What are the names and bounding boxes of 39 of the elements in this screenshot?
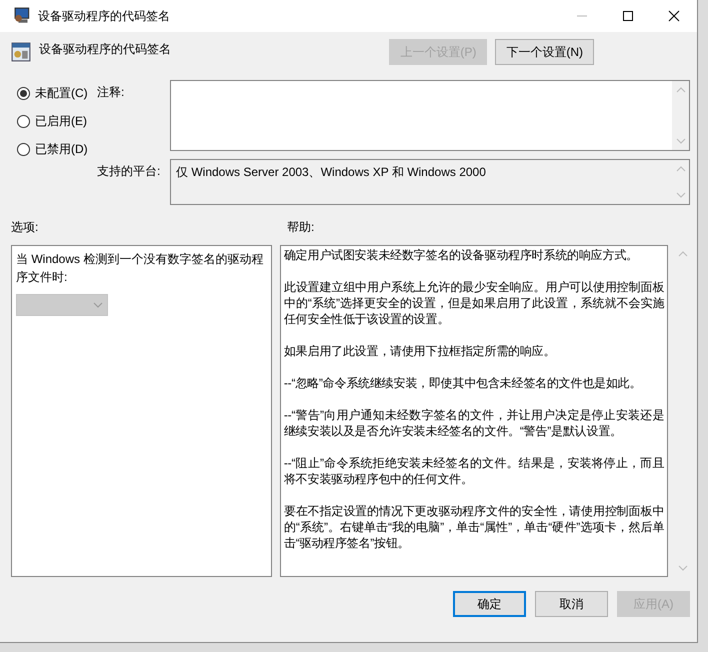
close-icon [668, 10, 680, 22]
scroll-up-icon[interactable] [678, 251, 688, 257]
radio-option[interactable]: 已禁用(D) [11, 140, 97, 158]
window-title: 设备驱动程序的代码签名 [38, 8, 171, 24]
help-paragraph: --“阻止”命令系统拒绝安装未经签名的文件。结果是，安装将停止，而且将不安装驱动程序包中的任何文件。 [284, 455, 664, 487]
radio-option[interactable]: 未配置(C) [11, 84, 97, 102]
help-paragraph: 确定用户试图安装未经数字签名的设备驱动程序时系统的响应方式。 [284, 247, 639, 263]
help-paragraph: --“忽略”命令系统继续安装，即使其中包含未经签名的文件也是如此。 [284, 375, 642, 391]
radio-label: 已禁用(D) [35, 140, 88, 158]
computer-icon [14, 7, 32, 25]
platform-text: 仅 Windows Server 2003、Windows XP 和 Windows 2000 [175, 164, 487, 181]
scroll-down-icon[interactable] [676, 192, 686, 198]
comment-field[interactable] [170, 80, 690, 151]
scroll-down-icon[interactable] [676, 138, 686, 144]
radio-button[interactable] [17, 142, 30, 156]
comment-label: 注释: [97, 84, 126, 101]
dialog-button[interactable]: 确定 [453, 591, 526, 617]
help-paragraph: --“警告”向用户通知未经数字签名的文件，并让用户决定是停止安装还是继续安装以及是否允许安装未经签名的文件。“警告”是默认设置。 [284, 407, 664, 439]
radio-label: 未配置(C) [35, 84, 88, 102]
help-paragraph: 此设置建立组中用户系统上允许的最少安全响应。用户可以使用控制面板中的“系统”选择更安全的设置，但是如果启用了此设置，系统就不会实施任何安全性低于该设置的设置。 [284, 279, 664, 327]
setting-title: 设备驱动程序的代码签名 [39, 41, 172, 58]
maximize-icon [622, 10, 634, 22]
platform-label: 支持的平台: [97, 163, 162, 180]
policy-icon [11, 42, 31, 62]
scroll-up-icon[interactable] [676, 166, 686, 172]
radio-option[interactable]: 已启用(E) [11, 112, 97, 130]
dialog-button[interactable]: 取消 [535, 591, 608, 617]
scroll-down-icon[interactable] [678, 565, 688, 571]
radio-label: 已启用(E) [35, 112, 87, 130]
options-label: 选项: [11, 219, 40, 236]
radio-button[interactable] [17, 86, 30, 100]
nav-button[interactable]: 下一个设置(N) [495, 39, 594, 65]
options-prompt: 当 Windows 检测到一个没有数字签名的驱动程序文件时: [16, 251, 264, 286]
chevron-down-icon [93, 302, 103, 308]
help-label: 帮助: [287, 219, 314, 236]
help-paragraph: 如果启用了此设置，请使用下拉框指定所需的响应。 [284, 343, 556, 359]
scroll-up-icon[interactable] [676, 87, 686, 93]
help-paragraph: 要在不指定设置的情况下更改驱动程序文件的安全性，请使用控制面板中的“系统”。右键单击“我的电脑”，单击“属性”，单击“硬件”选项卡，然后单击“驱动程序签名”按钮。 [284, 503, 664, 551]
radio-button[interactable] [17, 114, 30, 128]
